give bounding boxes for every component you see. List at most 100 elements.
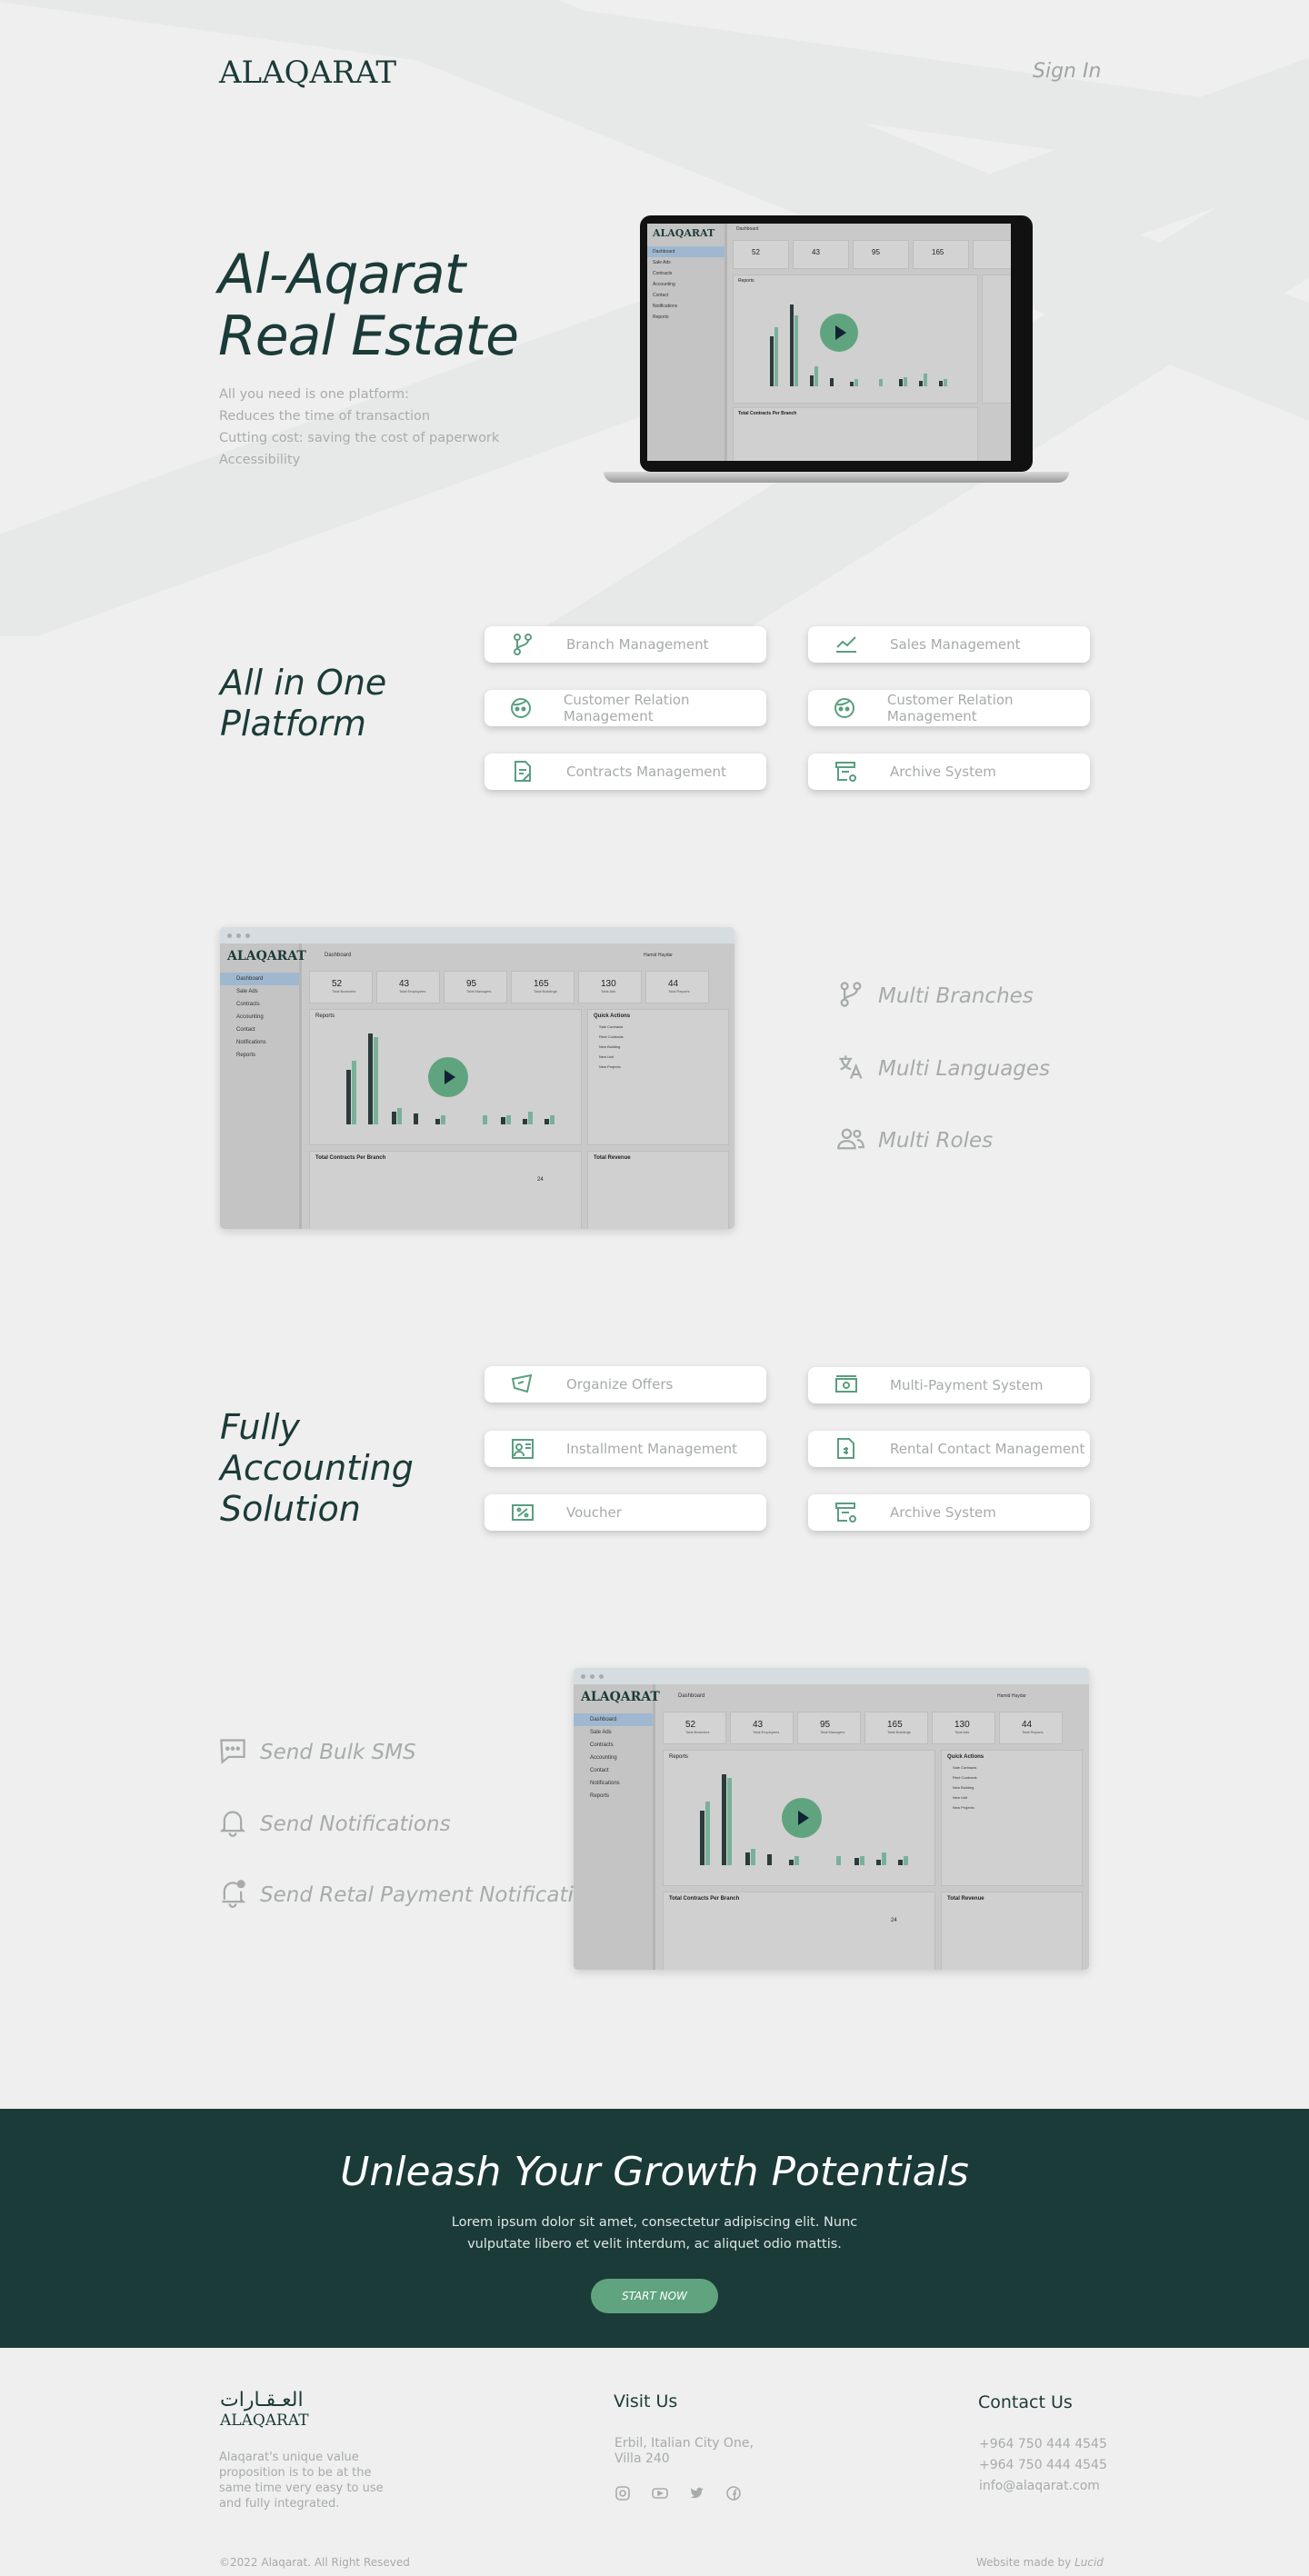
stat-label: Total Employees [753, 1730, 780, 1734]
money-icon [828, 1373, 864, 1398]
play-button[interactable] [782, 1798, 822, 1838]
footer-phone[interactable]: +964 750 444 4545 [979, 2458, 1107, 2473]
feature-label: Send Bulk SMS [260, 1741, 416, 1764]
twitter-icon[interactable] [689, 2485, 705, 2505]
cta-text: Lorem ipsum dolor sit amet, consectetur … [451, 2215, 858, 2252]
menu-item[interactable]: Contracts [574, 1739, 653, 1752]
menu-item[interactable]: Contracts [647, 268, 724, 279]
hero-title: Al-Aqarat Real Estate [218, 243, 519, 368]
sign-in-link[interactable]: Sign In [1033, 60, 1101, 83]
dashboard-logo: ALAQARAT [581, 1690, 660, 1704]
quick-action[interactable]: Rent Contracts [599, 1034, 717, 1039]
quick-actions-title: Quick Actions [947, 1754, 984, 1760]
quick-action[interactable]: New Projects [599, 1064, 717, 1069]
menu-item[interactable]: Contact [574, 1764, 653, 1777]
footer-logo[interactable]: العـقـارات ALAQARAT [220, 2389, 309, 2430]
accounting-title: Fully Accounting Solution [220, 1407, 414, 1529]
stat-label: Total Managers [820, 1730, 845, 1734]
feature-label: Customer Relation Management [886, 692, 1014, 724]
quick-action[interactable]: Sale Contracts [599, 1024, 717, 1029]
stat-value: 130 [601, 979, 616, 989]
logo[interactable]: ALAQARAT [219, 55, 396, 91]
stat-label: Total Reports [668, 989, 690, 993]
feature-label: Installment Management [566, 1441, 737, 1457]
instagram-icon[interactable] [615, 2485, 631, 2505]
sms-icon [218, 1736, 247, 1769]
face-icon [828, 695, 862, 721]
contracts-title: Total Contracts Per Branch [315, 1155, 386, 1161]
menu-item[interactable]: Dashboard [220, 973, 299, 985]
feature-rental-contact: Rental Contact Management [808, 1431, 1090, 1467]
quick-actions-title: Quick Actions [594, 1013, 631, 1019]
menu-item[interactable]: Reports [220, 1049, 299, 1062]
feature-archive-system: Archive System [808, 754, 1090, 790]
stat-value: 165 [534, 979, 549, 989]
archive-icon [828, 1500, 864, 1525]
rental-doc-icon [828, 1436, 864, 1462]
stat-value: 43 [753, 1720, 764, 1730]
menu-item[interactable]: Dashboard [574, 1713, 653, 1726]
menu-item[interactable]: Dashboard [647, 246, 724, 257]
menu-item[interactable]: Sale Ads [220, 985, 299, 998]
menu-item[interactable]: Contracts [220, 998, 299, 1011]
translate-icon [836, 1053, 865, 1085]
feature-label: Send Retal Payment Notification [260, 1883, 600, 1907]
stat-label: Total Buildings [534, 989, 557, 993]
play-button[interactable] [428, 1057, 468, 1097]
feature-sales-management: Sales Management [808, 626, 1090, 663]
menu-item[interactable]: Contact [220, 1023, 299, 1036]
visit-us-title: Visit Us [614, 2391, 678, 2411]
stat-label: Total Ads [954, 1730, 970, 1734]
menu-item[interactable]: Sale Ads [647, 257, 724, 268]
installment-icon [505, 1436, 541, 1462]
quick-action[interactable]: New Building [599, 1044, 717, 1049]
stat-value: 52 [752, 248, 760, 256]
footer-phone[interactable]: +964 750 444 4545 [979, 2437, 1107, 2452]
quick-action[interactable]: New Unit [599, 1054, 717, 1059]
bell-dot-icon [218, 1879, 247, 1912]
stat-value: 95 [820, 1720, 831, 1730]
play-button[interactable] [820, 314, 858, 352]
reports-title: Reports [738, 278, 754, 284]
feature-label: Branch Management [566, 636, 709, 653]
made-by-link[interactable]: Lucid [1074, 2556, 1104, 2569]
menu-item[interactable]: Sale Ads [574, 1726, 653, 1739]
reports-title: Reports [315, 1013, 335, 1019]
stat-value: 43 [812, 248, 820, 256]
footer-email[interactable]: info@alaqarat.com [979, 2479, 1100, 2494]
stat-value: 52 [685, 1720, 696, 1730]
menu-item[interactable]: Reports [574, 1790, 653, 1802]
face-icon [505, 695, 538, 721]
dashboard-preview: ALAQARAT Dashboard Sale Ads Contracts Ac… [647, 224, 1011, 461]
stat-value: 44 [668, 979, 679, 989]
start-now-button[interactable]: START NOW [591, 2279, 718, 2313]
menu-item[interactable]: Accounting [220, 1011, 299, 1023]
cta-section: Unleash Your Growth Potentials Lorem ips… [0, 2109, 1309, 2348]
menu-item[interactable]: Notifications [647, 301, 724, 312]
stat-value: 44 [1022, 1720, 1033, 1730]
feature-crm-2: Customer Relation Management [808, 690, 1090, 726]
menu-item[interactable]: Accounting [647, 279, 724, 290]
menu-item[interactable]: Accounting [574, 1752, 653, 1764]
stat-value: 165 [887, 1720, 903, 1730]
menu-item[interactable]: Notifications [574, 1777, 653, 1790]
stat-label: Total Buildings [887, 1730, 911, 1734]
quick-action[interactable]: New Building [953, 1785, 1071, 1790]
feature-label: Multi Languages [878, 1057, 1051, 1081]
feature-branch-management: Branch Management [485, 626, 766, 663]
quick-action[interactable]: New Unit [953, 1795, 1071, 1800]
made-by-prefix: Website made by [976, 2556, 1072, 2569]
stat-value: 130 [954, 1720, 970, 1730]
menu-item[interactable]: Contact [647, 290, 724, 301]
quick-action[interactable]: Rent Contracts [953, 1775, 1071, 1780]
quick-action[interactable]: New Projects [953, 1805, 1071, 1810]
menu-item[interactable]: Reports [647, 312, 724, 323]
youtube-icon[interactable] [651, 2485, 669, 2505]
dashboard-page-title: Dashboard [325, 953, 352, 958]
facebook-icon[interactable] [725, 2485, 742, 2505]
menu-item[interactable]: Notifications [220, 1036, 299, 1049]
contact-us-title: Contact Us [978, 2392, 1073, 2412]
feature-label: Rental Contact Management [890, 1441, 1085, 1457]
dashboard-screenshot-2: ALAQARAT Dashboard Sale Ads Contracts Ac… [574, 1668, 1089, 1970]
quick-action[interactable]: Sale Contracts [953, 1765, 1071, 1770]
